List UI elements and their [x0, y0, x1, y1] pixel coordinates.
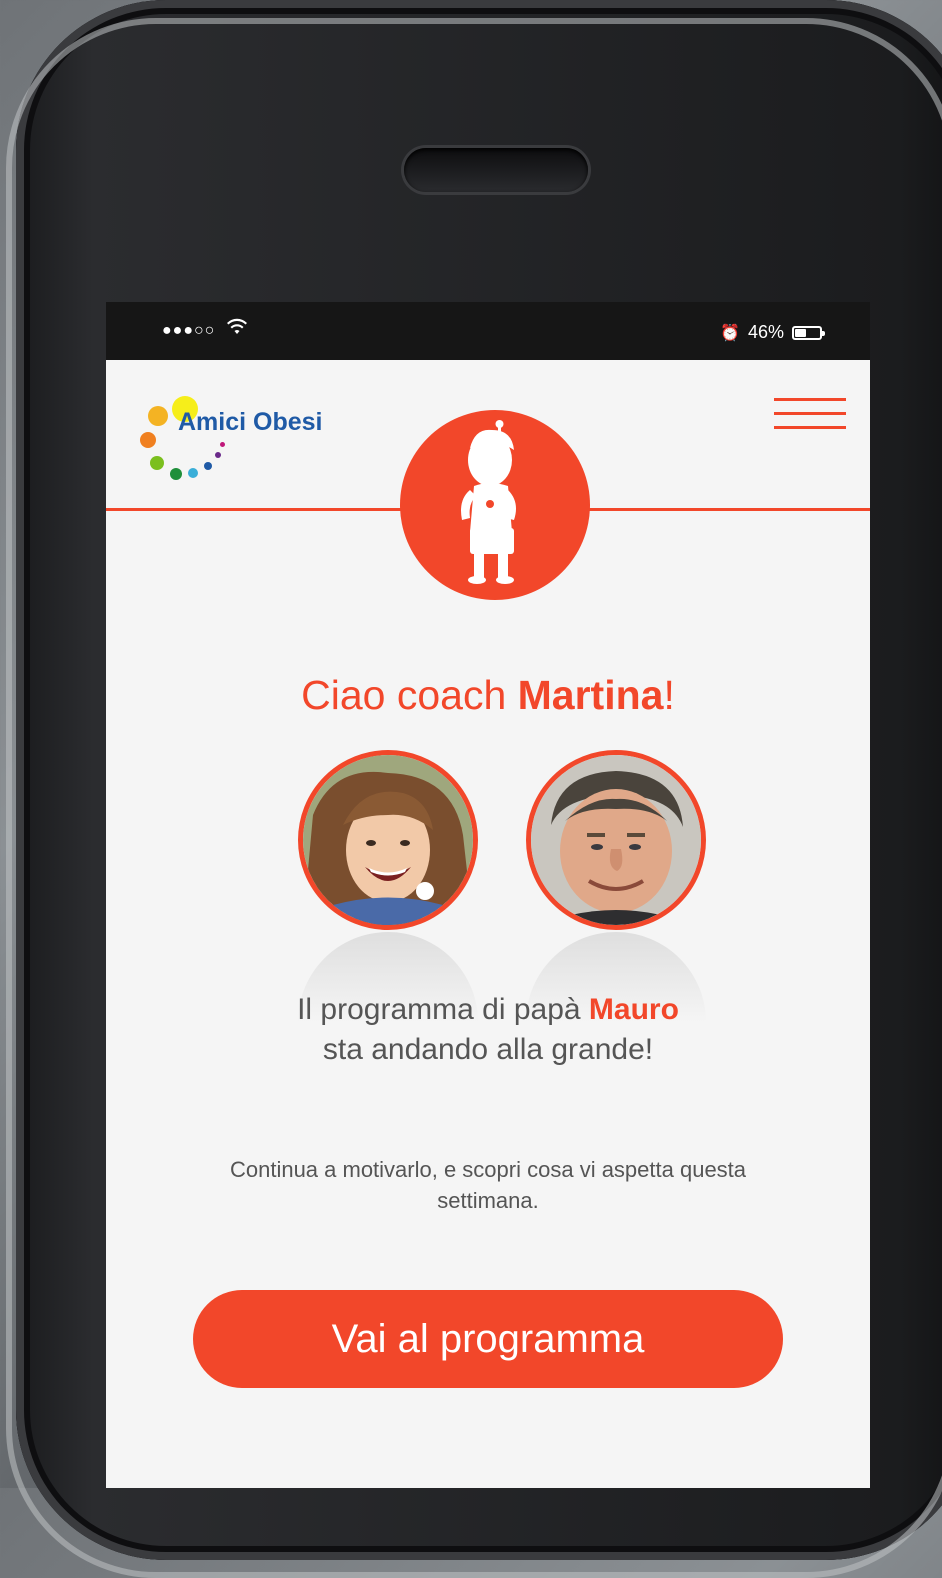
signal-strength-icon: ●●●○○: [162, 322, 216, 339]
right-status-group: ⏰ 46%: [720, 322, 825, 343]
logo-dot: [215, 452, 221, 458]
logo-dot: [220, 442, 225, 447]
program-line-1: Il programma di papà Mauro: [106, 990, 870, 1030]
program-status-text: Il programma di papà Mauro sta andando a…: [106, 990, 870, 1070]
logo-dot: [140, 432, 156, 448]
child-photo-avatar[interactable]: [298, 750, 478, 930]
phone-speaker: [404, 148, 588, 192]
logo-dot: [150, 456, 164, 470]
logo-dot: [204, 462, 212, 470]
logo-dot: [170, 468, 182, 480]
logo-dot: [148, 406, 168, 426]
wifi-icon: [226, 318, 248, 341]
app-logo[interactable]: Amici Obesi: [136, 392, 356, 482]
program-line-1-prefix: Il programma di papà: [297, 993, 589, 1026]
go-to-program-button[interactable]: Vai al programma: [193, 1290, 783, 1388]
logo-text: Amici Obesi: [178, 408, 323, 436]
greeting-suffix: !: [663, 672, 675, 718]
battery-percent: 46%: [747, 322, 784, 342]
battery-icon: [792, 325, 825, 340]
child-silhouette-icon: [461, 420, 516, 584]
alarm-icon: ⏰: [720, 324, 740, 342]
status-bar: ●●●○○ ⏰ 46%: [106, 302, 870, 360]
greeting-prefix: Ciao coach: [301, 672, 518, 718]
motivation-subtext: Continua a motivarlo, e scopri cosa vi a…: [229, 1157, 747, 1213]
logo-dot: [188, 468, 198, 478]
father-name: Mauro: [588, 993, 679, 1026]
hamburger-icon-bar: [774, 398, 846, 401]
coach-name: Martina: [517, 672, 664, 718]
hamburger-icon-bar: [774, 426, 846, 429]
app-screen: ●●●○○ ⏰ 46% Amici Obesi Ciao coach Marti…: [106, 302, 870, 1488]
father-photo-avatar[interactable]: [526, 750, 706, 930]
program-line-2: sta andando alla grande!: [322, 1033, 654, 1066]
coach-avatar[interactable]: [400, 410, 590, 600]
greeting-heading: Ciao coach Martina!: [106, 672, 870, 719]
hamburger-icon-bar: [774, 412, 846, 415]
hamburger-menu-button[interactable]: [774, 398, 846, 432]
battery-fill: [795, 328, 806, 337]
